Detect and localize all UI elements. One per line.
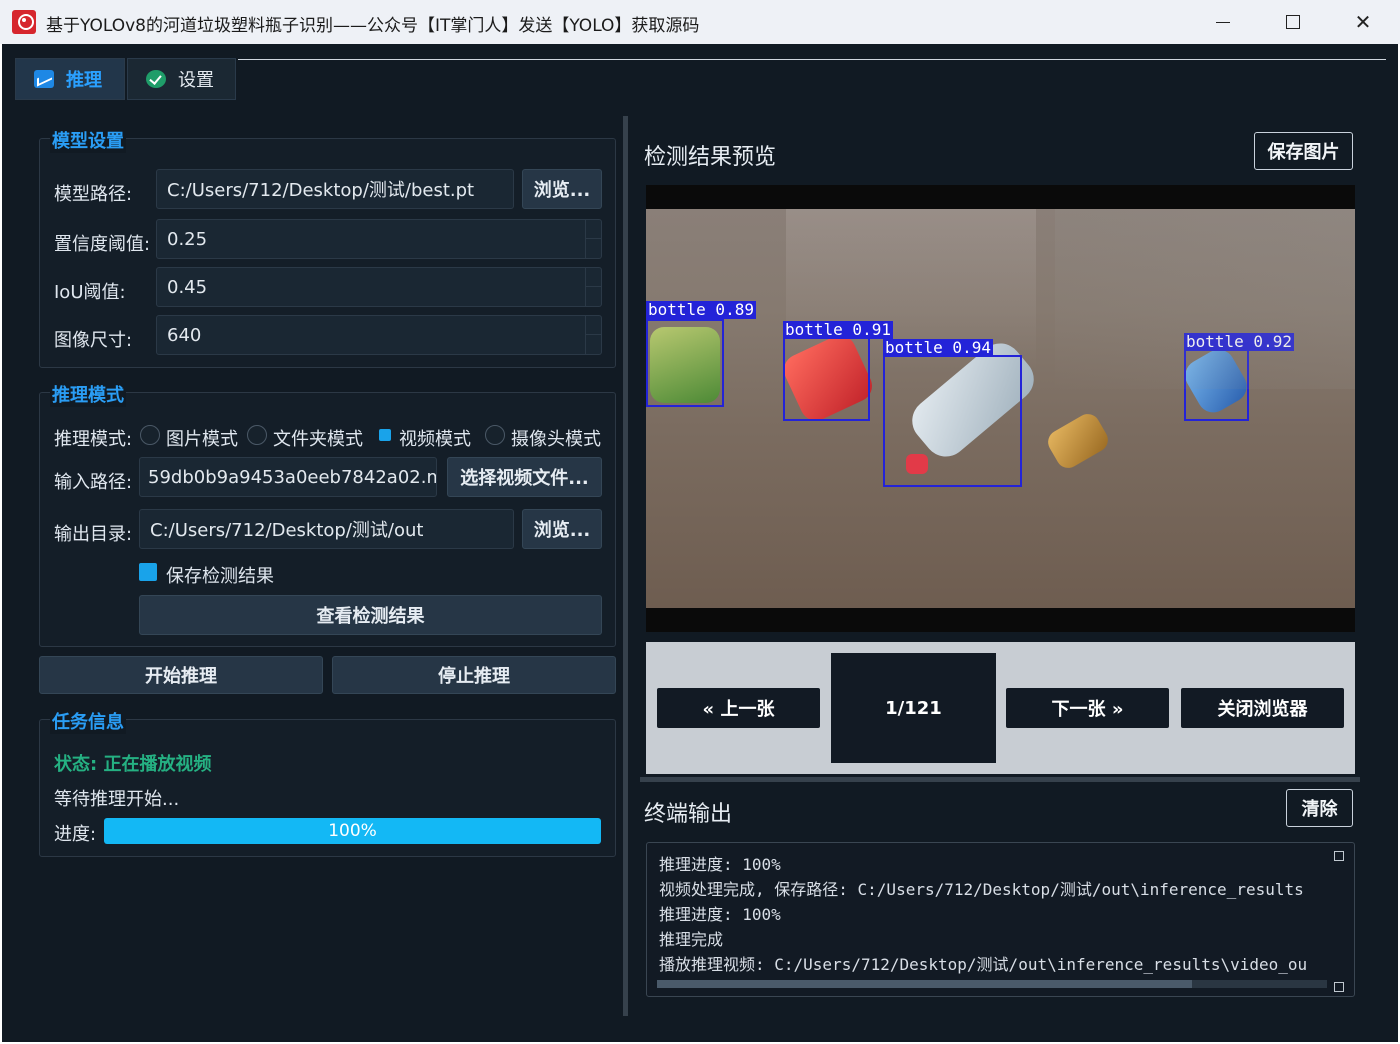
model-browse-button[interactable]: 浏览... [522, 169, 602, 209]
image-size-label: 图像尺寸: [54, 330, 133, 351]
radio-indicator-checked [379, 429, 391, 441]
task-info-group: 任务信息 状态: 正在播放视频 等待推理开始... 进度: 100% [39, 708, 616, 857]
output-browse-button[interactable]: 浏览... [522, 509, 602, 549]
scroll-up-arrow[interactable] [1334, 851, 1344, 861]
terminal-line: 推理进度: 100% [659, 855, 781, 874]
window-title: 基于YOLOv8的河道垃圾塑料瓶子识别——公众号【IT掌门人】发送【YOLO】获… [46, 16, 700, 36]
radio-indicator [485, 425, 505, 445]
iou-spinbox[interactable]: 0.45 [156, 267, 602, 307]
prev-image-button[interactable]: « 上一张 [657, 688, 820, 728]
terminal-line: 推理完成 [659, 930, 724, 949]
output-dir-input[interactable]: C:/Users/712/Desktop/测试/out [139, 509, 514, 549]
terminal-horizontal-scrollbar[interactable] [657, 980, 1327, 988]
video-mode-radio[interactable]: 视频模式 [379, 425, 489, 450]
check-icon [146, 70, 166, 88]
tab-settings-label: 设置 [178, 70, 214, 91]
save-image-button[interactable]: 保存图片 [1254, 132, 1353, 170]
terminal-title: 终端输出 [644, 802, 733, 827]
detection-box [1184, 349, 1249, 421]
input-path-input[interactable]: 59db0b9a9453a0eeb7842a02.mp4 [139, 457, 437, 497]
title-bar: 基于YOLOv8的河道垃圾塑料瓶子识别——公众号【IT掌门人】发送【YOLO】获… [0, 0, 1400, 44]
save-results-checkbox[interactable]: 保存检测结果 [139, 561, 602, 587]
confidence-spinbox[interactable]: 0.25 [156, 219, 602, 259]
model-path-input[interactable]: C:/Users/712/Desktop/测试/best.pt [156, 169, 514, 209]
river-scene: bottle 0.89 bottle 0.91 bottle 0.94 bott… [646, 209, 1355, 608]
maximize-button[interactable] [1258, 0, 1328, 44]
terminal-output[interactable]: 推理进度: 100% 视频处理完成, 保存路径: C:/Users/712/De… [646, 842, 1355, 997]
radio-indicator [247, 425, 267, 445]
radio-indicator [140, 425, 160, 445]
video-mode-label: 视频模式 [399, 429, 471, 450]
terminal-line: 推理进度: 100% [659, 905, 781, 924]
terminal-vertical-scrollbar[interactable] [1334, 851, 1344, 977]
chart-icon [34, 70, 54, 88]
tab-inference-label: 推理 [66, 70, 102, 91]
detection-box [883, 355, 1022, 487]
close-icon: ✕ [1354, 10, 1372, 34]
image-size-spin-arrows[interactable] [585, 316, 601, 354]
can-object [1043, 409, 1113, 473]
maximize-icon [1286, 15, 1300, 29]
camera-mode-radio[interactable]: 摄像头模式 [485, 425, 610, 450]
model-settings-title: 模型设置 [50, 127, 126, 153]
confidence-spin-arrows[interactable] [585, 220, 601, 258]
iou-value: 0.45 [167, 276, 208, 298]
clear-terminal-button[interactable]: 清除 [1286, 789, 1353, 827]
terminal-line: 视频处理完成, 保存路径: C:/Users/712/Desktop/测试/ou… [659, 880, 1304, 899]
detection-label: bottle 0.91 [783, 320, 893, 339]
detection-box [783, 337, 870, 421]
image-navigation-bar: « 上一张 1/121 下一张 » 关闭浏览器 [646, 642, 1355, 774]
page-indicator: 1/121 [831, 653, 996, 763]
detection-label: bottle 0.92 [1184, 332, 1294, 351]
iou-spin-arrows[interactable] [585, 268, 601, 306]
detection-label: bottle 0.94 [883, 338, 993, 357]
select-video-button[interactable]: 选择视频文件... [447, 457, 602, 497]
close-window-button[interactable]: ✕ [1328, 0, 1398, 44]
folder-mode-label: 文件夹模式 [273, 429, 363, 450]
stop-inference-button[interactable]: 停止推理 [332, 656, 616, 694]
detection-preview-image: bottle 0.89 bottle 0.91 bottle 0.94 bott… [646, 185, 1355, 632]
confidence-label: 置信度阈值: [54, 234, 151, 255]
task-info-title: 任务信息 [50, 708, 126, 734]
tab-inference[interactable]: 推理 [15, 58, 125, 100]
minimize-icon [1216, 21, 1230, 23]
detection-label: bottle 0.89 [646, 300, 756, 319]
detection-box [646, 319, 724, 407]
progress-bar: 100% [104, 818, 601, 844]
image-size-value: 640 [167, 324, 202, 346]
confidence-value: 0.25 [167, 228, 208, 250]
terminal-line: 播放推理视频: C:/Users/712/Desktop/测试/out\infe… [659, 955, 1308, 974]
iou-label: IoU阈值: [54, 282, 126, 303]
next-image-button[interactable]: 下一张 » [1006, 688, 1169, 728]
view-results-button[interactable]: 查看检测结果 [139, 595, 602, 635]
scroll-corner [1334, 982, 1344, 992]
app-logo-icon [12, 10, 36, 34]
mode-label: 推理模式: [54, 429, 133, 450]
progress-label: 进度: [54, 824, 97, 845]
preview-title: 检测结果预览 [644, 145, 777, 170]
main-window: 推理 设置 模型设置 模型路径: C:/Users/712/Desktop/测试… [2, 44, 1398, 1042]
horizontal-splitter[interactable] [640, 777, 1360, 782]
tab-bar-divider [238, 59, 1386, 60]
close-browser-button[interactable]: 关闭浏览器 [1181, 688, 1344, 728]
tab-settings[interactable]: 设置 [127, 58, 236, 100]
input-path-label: 输入路径: [54, 472, 133, 493]
inference-mode-group: 推理模式 推理模式: 图片模式 文件夹模式 视频模式 摄像头模式 输入路径: 5… [39, 381, 616, 647]
progress-text: 100% [328, 821, 377, 841]
save-results-label: 保存检测结果 [166, 566, 274, 587]
model-settings-group: 模型设置 模型路径: C:/Users/712/Desktop/测试/best.… [39, 127, 616, 368]
vertical-splitter[interactable] [623, 116, 628, 1016]
status-text: 状态: 正在播放视频 [54, 754, 212, 775]
folder-mode-radio[interactable]: 文件夹模式 [247, 425, 372, 450]
minimize-button[interactable] [1188, 0, 1258, 44]
inference-mode-title: 推理模式 [50, 381, 126, 407]
status-message: 等待推理开始... [54, 789, 180, 810]
camera-mode-label: 摄像头模式 [511, 429, 601, 450]
checkbox-checked-icon [139, 563, 157, 581]
model-path-label: 模型路径: [54, 184, 133, 205]
output-dir-label: 输出目录: [54, 524, 133, 545]
image-mode-label: 图片模式 [166, 429, 238, 450]
image-size-spinbox[interactable]: 640 [156, 315, 602, 355]
start-inference-button[interactable]: 开始推理 [39, 656, 323, 694]
